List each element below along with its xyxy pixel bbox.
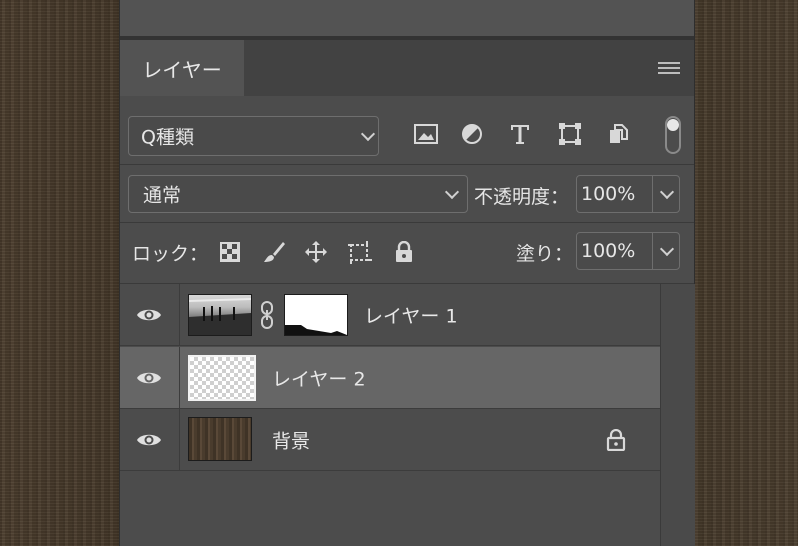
fill-value: 100% [581,240,636,262]
blend-mode-select[interactable]: 通常 [128,175,468,213]
opacity-label: 不透明度： [474,186,570,208]
divider [120,164,694,165]
chevron-down-icon [659,241,675,257]
shape-filter-icon[interactable] [556,120,584,148]
visibility-cell [120,347,180,408]
fill-field[interactable]: 100% [576,232,680,270]
link-icon[interactable] [260,300,274,330]
layers-scrollbar[interactable] [660,284,695,546]
lock-label: ロック： [132,243,209,265]
filter-toggle-switch[interactable] [665,116,681,154]
layer-thumbnail[interactable] [188,417,252,461]
visibility-cell [120,409,180,470]
tab-layers[interactable]: レイヤー [120,40,244,96]
layers-panel: レイヤー Q種類 通常 不透明度： 100% ロック： 塗り： 100% レイヤ… [119,0,695,546]
layer-mask-thumbnail[interactable] [284,294,348,336]
layer-lock-icon[interactable] [606,429,626,451]
lock-image-pixels-icon[interactable] [260,238,288,266]
layer-name[interactable]: レイヤー 2 [272,364,366,391]
blend-mode-label: 通常 [143,184,182,207]
type-filter-icon[interactable] [506,120,534,148]
lock-artboard-icon[interactable] [346,238,374,266]
panel-tab-bar: レイヤー [120,40,694,96]
layer-name[interactable]: 背景 [272,426,310,453]
eye-icon[interactable] [136,369,162,387]
lock-transparent-pixels-icon[interactable] [216,238,244,266]
eye-icon[interactable] [136,431,162,449]
eye-icon[interactable] [136,306,162,324]
image-filter-icon[interactable] [412,120,440,148]
panel-menu-icon[interactable] [658,62,680,76]
filter-kind-label: Q種類 [141,126,194,149]
layer-row[interactable]: レイヤー 2 [120,347,660,409]
smart-object-filter-icon[interactable] [604,120,632,148]
opacity-value: 100% [581,183,636,205]
layer-name[interactable]: レイヤー 1 [364,301,458,328]
adjustment-filter-icon[interactable] [458,120,486,148]
layer-row[interactable]: 背景 [120,409,660,471]
filter-kind-select[interactable]: Q種類 [128,116,379,156]
layer-thumbnail[interactable] [188,355,256,401]
lock-position-icon[interactable] [302,238,330,266]
visibility-cell [120,284,180,345]
layer-row[interactable]: レイヤー 1 [120,284,660,346]
panel-top-area [120,0,694,36]
chevron-down-icon [444,184,460,200]
fill-label: 塗り： [516,243,574,265]
opacity-field[interactable]: 100% [576,175,680,213]
lock-all-icon[interactable] [390,238,418,266]
chevron-down-icon [360,126,376,142]
layer-thumbnail[interactable] [188,294,252,336]
divider [120,222,694,223]
chevron-down-icon [659,184,675,200]
